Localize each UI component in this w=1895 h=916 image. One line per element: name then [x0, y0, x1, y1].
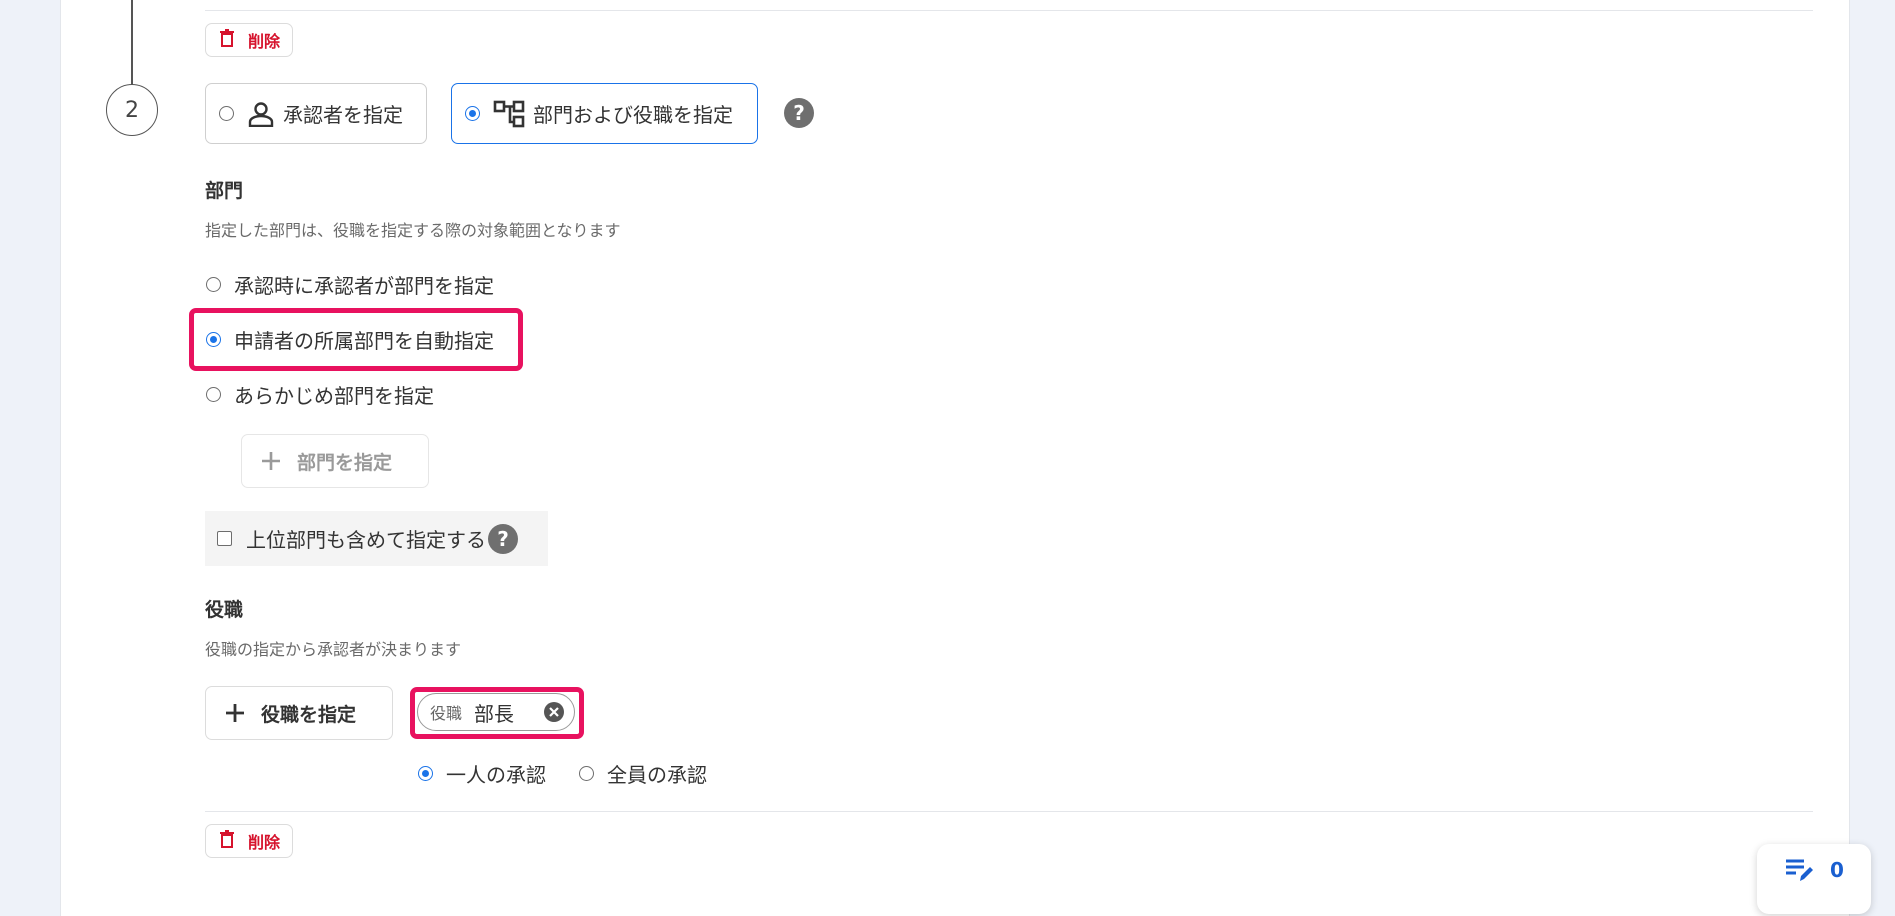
- radio-auto-department[interactable]: [206, 332, 221, 347]
- divider-bottom: [205, 811, 1813, 812]
- delete-button-top[interactable]: 削除: [205, 23, 294, 57]
- specify-department-button[interactable]: 部門を指定: [241, 434, 429, 488]
- delete-label: 削除: [248, 32, 281, 51]
- department-option-preset[interactable]: あらかじめ部門を指定: [206, 380, 434, 409]
- include-parent-label: 上位部門も含めて指定する: [246, 528, 486, 552]
- option-department-label: 部門および役職を指定: [533, 103, 733, 127]
- specify-position-label: 役職を指定: [261, 703, 357, 726]
- fab-count: 0: [1830, 858, 1844, 882]
- department-option-label: あらかじめ部門を指定: [234, 384, 434, 408]
- person-icon: [247, 101, 275, 127]
- radio-single-approval[interactable]: [418, 766, 433, 781]
- include-parent-department-row[interactable]: 上位部門も含めて指定する ?: [205, 511, 548, 566]
- remove-chip-icon[interactable]: [544, 702, 564, 722]
- option-person-label: 承認者を指定: [283, 103, 403, 127]
- radio-approver-specifies[interactable]: [206, 277, 221, 292]
- trash-icon: [220, 830, 234, 852]
- step-connector-line: [131, 0, 133, 86]
- specify-position-button[interactable]: 役職を指定: [205, 686, 393, 740]
- department-title: 部門: [205, 180, 244, 202]
- approver-type-department-option[interactable]: 部門および役職を指定: [451, 83, 758, 144]
- position-description: 役職の指定から承認者が決まります: [205, 640, 462, 659]
- delete-button-bottom[interactable]: 削除: [205, 824, 294, 858]
- chip-value: 部長: [474, 701, 515, 726]
- radio-all-approval[interactable]: [579, 766, 594, 781]
- trash-icon: [220, 29, 234, 51]
- approver-type-person-option[interactable]: 承認者を指定: [205, 83, 427, 144]
- divider-top: [205, 10, 1813, 11]
- department-option-label: 承認時に承認者が部門を指定: [234, 274, 494, 298]
- plus-icon: [260, 450, 282, 472]
- position-title: 役職: [205, 599, 244, 621]
- approval-option-all[interactable]: 全員の承認: [579, 759, 707, 788]
- position-chip: 役職 部長: [417, 693, 575, 731]
- org-chart-icon: [493, 100, 525, 128]
- help-icon[interactable]: ?: [784, 98, 814, 128]
- department-option-label: 申請者の所属部門を自動指定: [234, 329, 494, 353]
- step-number: 2: [125, 97, 139, 123]
- edit-list-fab[interactable]: 0: [1757, 844, 1871, 914]
- include-parent-checkbox[interactable]: [217, 531, 232, 546]
- approval-option-label: 全員の承認: [607, 763, 707, 787]
- plus-icon: [224, 702, 246, 724]
- chip-tag: 役職: [430, 704, 463, 723]
- help-icon[interactable]: ?: [488, 523, 518, 554]
- department-description: 指定した部門は、役職を指定する際の対象範囲となります: [205, 221, 621, 240]
- specify-department-label: 部門を指定: [297, 451, 393, 474]
- radio-department[interactable]: [465, 106, 480, 121]
- radio-preset-department[interactable]: [206, 387, 221, 402]
- approval-option-single[interactable]: 一人の承認: [418, 759, 546, 788]
- radio-person[interactable]: [219, 106, 234, 121]
- approval-option-label: 一人の承認: [446, 763, 546, 787]
- department-option-approver[interactable]: 承認時に承認者が部門を指定: [206, 270, 494, 299]
- delete-label: 削除: [248, 833, 281, 852]
- edit-list-icon: [1784, 857, 1814, 883]
- step-number-badge: 2: [106, 84, 158, 136]
- department-option-auto[interactable]: 申請者の所属部門を自動指定: [206, 325, 494, 354]
